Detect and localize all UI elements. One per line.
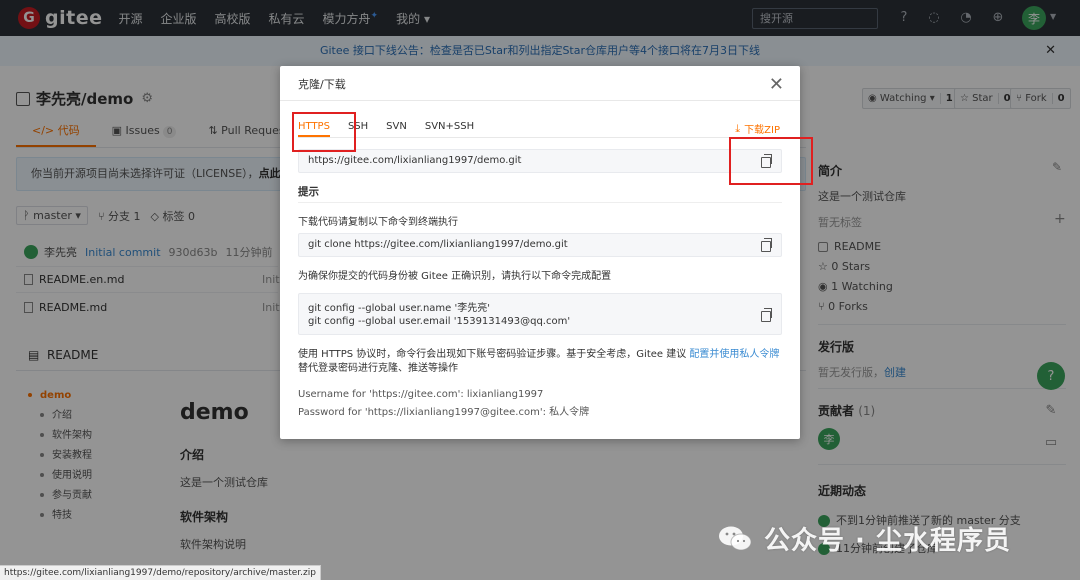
tab-svn[interactable]: SVN	[386, 121, 407, 137]
config-name-cmd[interactable]: git config --global user.name '李先亮'	[308, 302, 781, 315]
divider	[298, 137, 782, 138]
divider	[280, 100, 800, 101]
personal-token-link[interactable]: 配置并使用私人令牌	[689, 349, 779, 360]
copy-icon[interactable]	[761, 238, 772, 252]
clone-command-box[interactable]: git clone https://gitee.com/lixianliang1…	[298, 233, 782, 257]
clone-url[interactable]: https://gitee.com/lixianliang1997/demo.g…	[308, 155, 521, 166]
wechat-watermark: 公众号 · 尘水程序员	[718, 520, 1011, 557]
https-note: 使用 HTTPS 协议时，命令行会出现如下账号密码验证步骤。基于安全考虑，Git…	[298, 348, 782, 376]
wechat-icon	[719, 526, 752, 550]
modal-close-icon[interactable]: ✕	[769, 76, 784, 94]
download-icon: ⤓	[735, 121, 741, 135]
config-email-cmd[interactable]: git config --global user.email '15391314…	[308, 315, 781, 328]
clone-command[interactable]: git clone https://gitee.com/lixianliang1…	[308, 239, 568, 250]
https-note-text: 使用 HTTPS 协议时，命令行会出现如下账号密码验证步骤。基于安全考虑，Git…	[298, 349, 687, 360]
download-zip-label: 下载ZIP	[744, 125, 780, 136]
clone-url-box[interactable]: https://gitee.com/lixianliang1997/demo.g…	[298, 149, 782, 173]
watermark-text: 公众号 · 尘水程序员	[764, 526, 1011, 556]
modal-title: 克隆/下载	[298, 78, 346, 91]
highlight-https-tab	[292, 112, 356, 152]
tab-svn-ssh[interactable]: SVN+SSH	[425, 121, 474, 137]
https-note-text-2: 替代登录密码进行克隆、推送等操作	[298, 363, 458, 374]
username-prompt: Username for 'https://gitee.com': lixian…	[298, 389, 544, 400]
clone-download-modal: 克隆/下载 ✕ HTTPS SSH SVN SVN+SSH ⤓ 下载ZIP htt…	[280, 66, 800, 439]
git-config-box[interactable]: git config --global user.name '李先亮' git …	[298, 293, 782, 335]
browser-status-url: https://gitee.com/lixianliang1997/demo/r…	[0, 565, 321, 580]
copy-icon[interactable]	[761, 308, 772, 322]
tip-config-identity: 为确保你提交的代码身份被 Gitee 正确识别，请执行以下命令完成配置	[298, 271, 612, 282]
download-zip-button[interactable]: ⤓ 下载ZIP	[735, 121, 780, 137]
tip-copy-command: 下载代码请复制以下命令到终端执行	[298, 217, 458, 228]
password-prompt: Password for 'https://lixianliang1997@gi…	[298, 407, 590, 418]
tip-heading: 提示	[298, 186, 319, 198]
divider	[298, 202, 782, 203]
highlight-copy-button	[729, 137, 813, 185]
